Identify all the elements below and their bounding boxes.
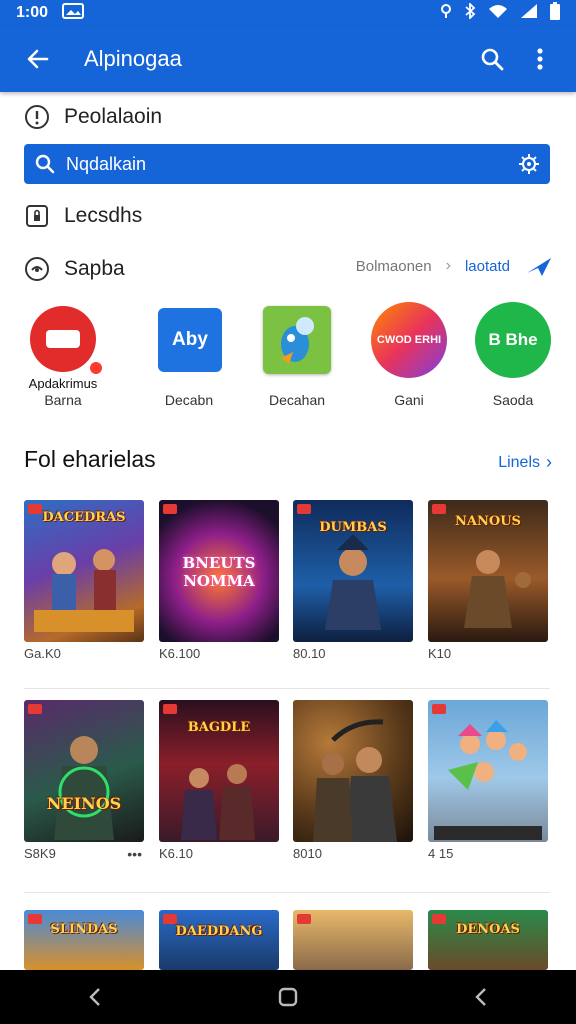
game-price: S8K9 [24,846,56,861]
nav-home-icon[interactable] [278,987,298,1007]
app-label: Barna [44,392,82,408]
see-all-label: Linels [498,453,540,471]
game-cover: DAEDDANG [159,910,279,970]
game-card[interactable]: DACEDRAS Ga.K0 [24,500,144,661]
divider [24,892,550,893]
category-row-label: Sapba [64,257,125,280]
sort-option-1[interactable]: Bolmaonen [356,258,432,275]
more-vert-icon [537,48,543,70]
app-icon [263,306,331,374]
info-icon [25,105,49,129]
app-label: Saoda [492,392,534,408]
game-cover: NANOUS [428,500,548,642]
game-card[interactable]: NANOUS K10 [428,500,548,661]
lock-icon [26,205,48,227]
game-cover: BNEUTS NOMMA [159,500,279,642]
app-label: Gani [394,392,424,408]
featured-apps: Apdakrimus Barna Aby Decabn Decahan CWOD… [0,300,576,415]
game-price: K6.10 [159,846,193,861]
game-price: 8010 [293,846,322,861]
chevron-right-icon: › [546,452,552,472]
see-all-link[interactable]: Linels › [498,452,552,473]
game-price: 4 15 [428,846,454,861]
game-cover: DENOAS [428,910,548,970]
chevron-right-icon: › [445,257,451,274]
status-bar: 1:00 [0,0,576,26]
wifi-icon [488,3,508,24]
info-row[interactable]: Peolalaoin [24,104,162,130]
sort-options: Bolmaonen › laotatd [356,255,554,277]
search-input[interactable]: Nqdalkain [66,154,518,175]
lock-row[interactable]: Lecsdhs [24,203,142,229]
game-price: 80.10 [293,646,326,661]
app-label: Decahan [268,392,326,408]
back-arrow-icon [27,49,49,69]
location-icon [440,3,452,24]
gallery-notification-icon [62,2,85,24]
game-cover [293,700,413,842]
game-card[interactable]: 8010 [293,700,413,861]
app-icon [30,306,104,376]
search-icon [481,48,504,71]
game-card[interactable]: NEINOS S8K9 ••• [24,700,144,862]
game-card[interactable] [293,910,413,970]
battery-icon [550,1,560,25]
app-overlay-text: Apdakrimus [28,376,98,391]
app-icon: B Bhe [475,302,551,378]
game-card[interactable]: DAEDDANG [159,910,279,970]
app-icon: CWOD ERHI [371,302,447,378]
search-field[interactable]: Nqdalkain [24,144,550,184]
game-card[interactable]: DENOAS [428,910,548,970]
settings-icon[interactable] [518,153,540,175]
bluetooth-icon [464,1,476,24]
game-card[interactable]: DUMBAS 80.10 [293,500,413,661]
explore-icon [25,257,49,281]
sort-option-2[interactable]: laotatd [465,258,510,275]
game-card[interactable]: 4 15 [428,700,548,861]
game-cover: NEINOS [24,700,144,842]
share-icon[interactable] [524,255,554,277]
game-cover [428,700,548,842]
game-cover [293,910,413,970]
more-options-button[interactable] [516,35,564,83]
app-bar: Alpinogaa [0,26,576,92]
game-cover: BAGDLE [159,700,279,842]
search-button[interactable] [468,35,516,83]
game-price: Ga.K0 [24,646,61,661]
status-time: 1:00 [16,4,49,21]
game-card[interactable]: SLINDAS [24,910,144,970]
game-cover: DUMBAS [293,500,413,642]
nav-back-icon[interactable] [87,987,103,1007]
game-card[interactable]: BNEUTS NOMMA K6.100 [159,500,279,661]
app-title: Alpinogaa [84,46,182,71]
more-dots-icon[interactable]: ••• [127,846,142,862]
signal-icon [520,3,538,24]
system-nav-bar [0,970,576,1024]
nav-recents-icon[interactable] [473,987,489,1007]
game-price: K6.100 [159,646,201,661]
game-cover: DACEDRAS [24,500,144,642]
back-button[interactable] [14,35,62,83]
game-cover: SLINDAS [24,910,144,970]
divider [24,688,550,689]
info-row-label: Peolalaoin [64,105,163,128]
category-row[interactable]: Sapba [24,256,125,282]
lock-row-label: Lecsdhs [64,204,143,227]
game-price: K10 [428,646,452,661]
app-label: Decabn [164,392,214,408]
section-title: Fol eharielas [24,446,156,472]
app-icon: Aby [158,308,222,372]
game-card[interactable]: BAGDLE K6.10 [159,700,279,861]
search-icon [35,154,55,174]
